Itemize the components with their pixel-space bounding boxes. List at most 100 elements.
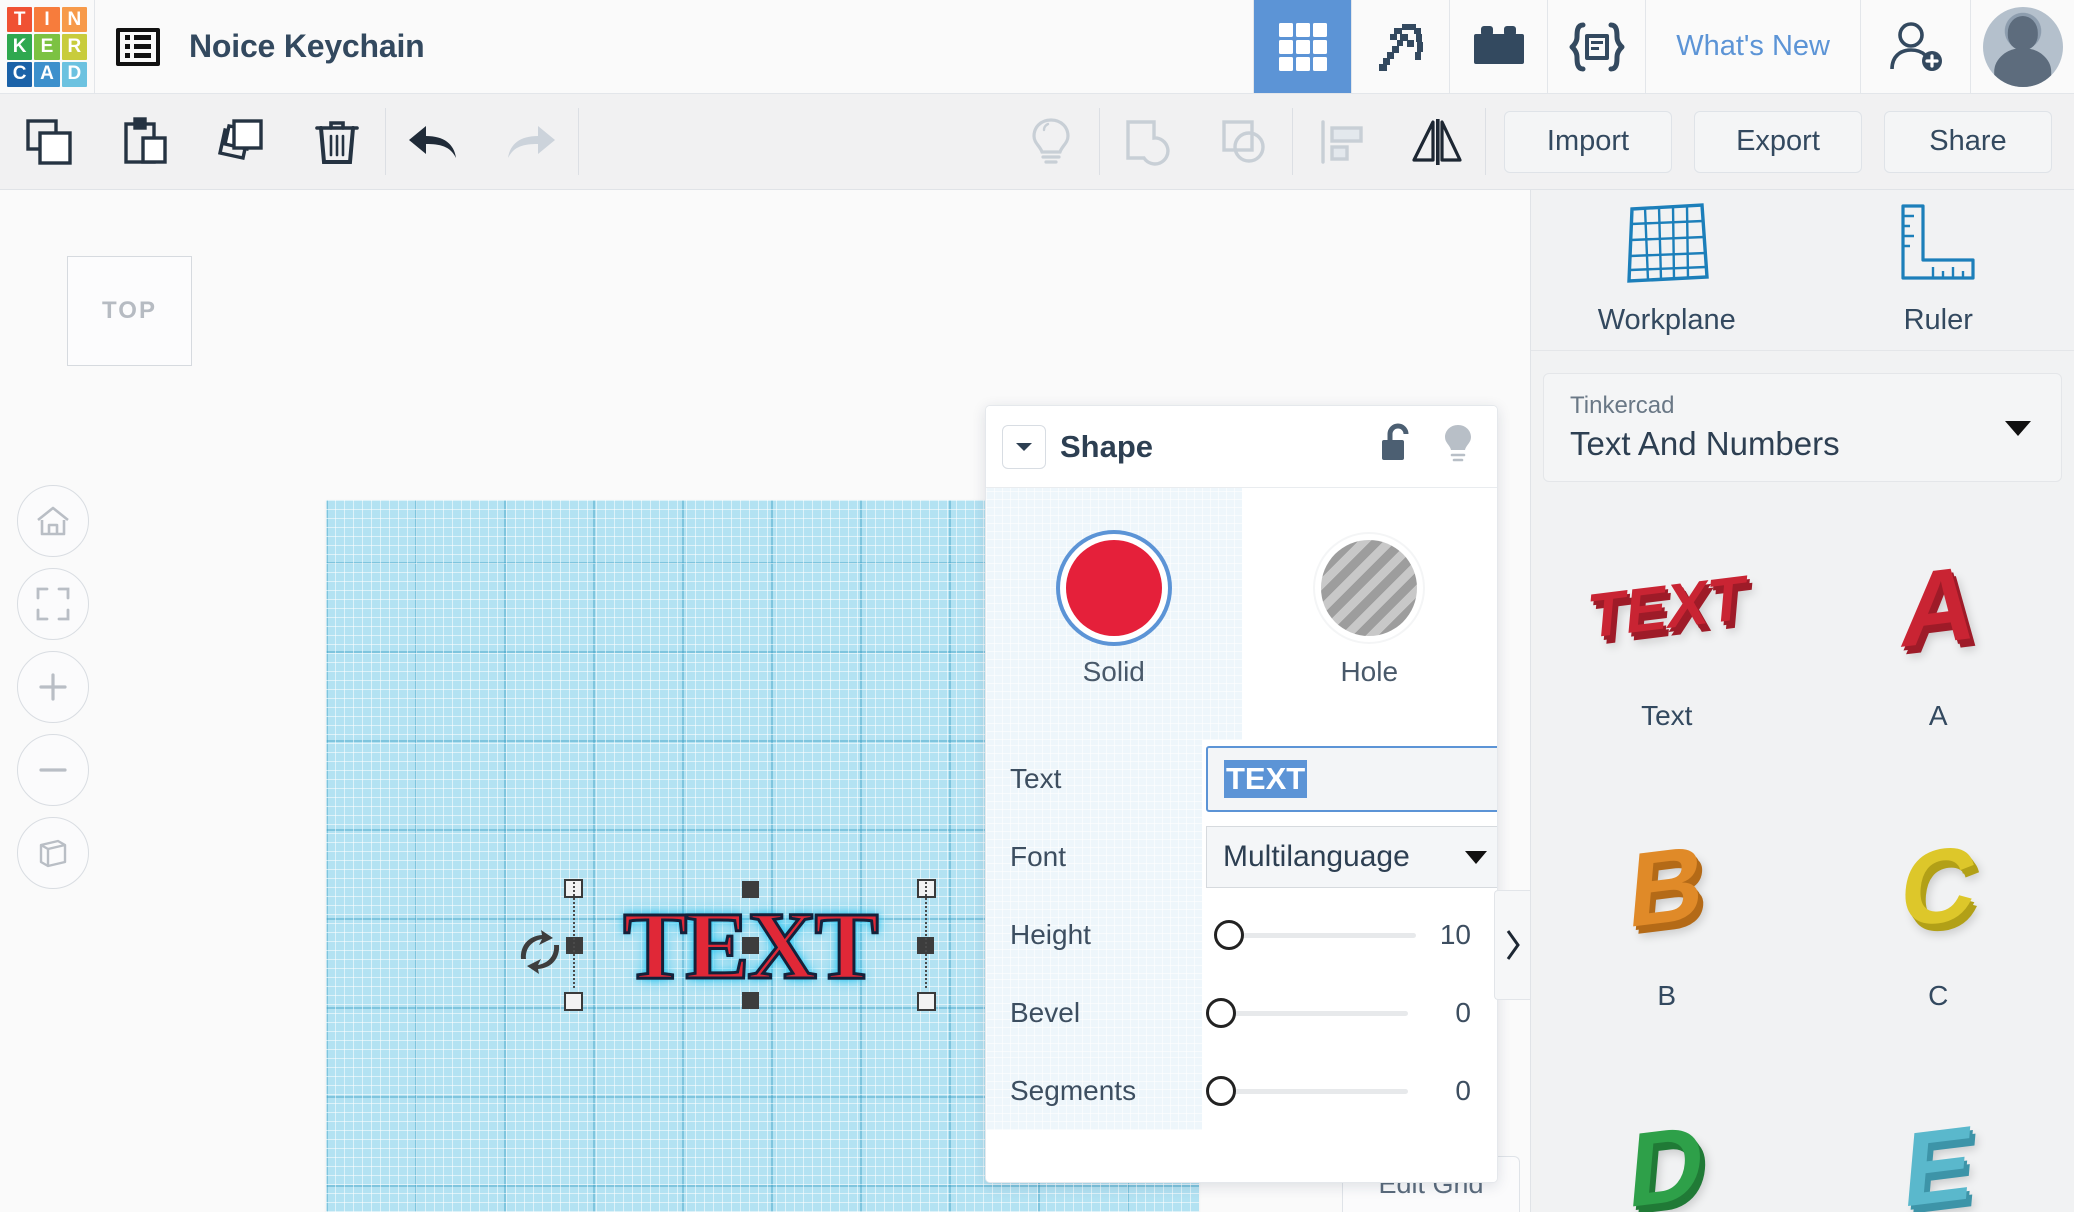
- mirror-button[interactable]: [1389, 94, 1485, 189]
- mode-blocks[interactable]: [1449, 0, 1547, 93]
- solid-hole-selector: Solid Hole: [986, 488, 1497, 740]
- font-select[interactable]: Multilanguage: [1206, 826, 1497, 888]
- tool-workplane[interactable]: Workplane: [1531, 190, 1803, 350]
- undo-button[interactable]: [386, 94, 482, 189]
- property-row-height: Height 10: [986, 896, 1497, 974]
- group-button[interactable]: [1100, 94, 1196, 189]
- height-slider-knob[interactable]: [1214, 920, 1244, 950]
- edge-handle-top[interactable]: [742, 881, 759, 898]
- property-row-font: Font Multilanguage: [986, 818, 1497, 896]
- solid-color-swatch: [1065, 540, 1162, 636]
- shape-library-select[interactable]: Tinkercad Text And Numbers: [1543, 372, 2062, 482]
- shape-item-a[interactable]: AA: [1803, 502, 2074, 782]
- home-view-icon: [37, 506, 69, 536]
- text-input[interactable]: TEXT: [1206, 746, 1497, 812]
- hole-option[interactable]: Hole: [1242, 488, 1498, 740]
- hole-pattern-swatch: [1321, 540, 1418, 636]
- shapes-sidebar: Workplane Ruler Tinkercad Text And Numbe…: [1530, 190, 2074, 1212]
- shape-item-e[interactable]: EE: [1803, 1062, 2074, 1212]
- lightbulb-icon: [1445, 425, 1471, 462]
- share-button[interactable]: Share: [1884, 110, 2052, 173]
- add-person-icon: [1889, 21, 1942, 71]
- shape-item-d[interactable]: DD: [1531, 1062, 1803, 1212]
- rotate-handle[interactable]: [519, 926, 559, 978]
- shape-thumbnail-a-icon: A: [1895, 543, 1981, 671]
- chevron-right-icon: [1506, 930, 1520, 960]
- ruler-icon: [1901, 204, 1975, 280]
- shape-thumbnail-c-icon: C: [1895, 823, 1981, 951]
- copy-button[interactable]: [1, 94, 97, 189]
- duplicate-button[interactable]: [193, 94, 289, 189]
- lock-toggle-button[interactable]: [1379, 422, 1417, 471]
- resize-handle-bl[interactable]: [564, 992, 583, 1011]
- lightbulb-icon: [1032, 117, 1070, 164]
- logo-tile-d-8: D: [61, 61, 87, 87]
- resize-handle-br[interactable]: [917, 992, 936, 1011]
- align-button[interactable]: [1293, 94, 1389, 189]
- shape-item-c[interactable]: CC: [1803, 782, 2074, 1062]
- library-owner: Tinkercad: [1570, 391, 1675, 419]
- center-handle[interactable]: [742, 937, 759, 954]
- design-canvas[interactable]: TOP TEXT Edit Grid Shape Solid Hole Text…: [0, 190, 1530, 1212]
- logo-tile-n-2: N: [61, 7, 87, 33]
- perspective-toggle-icon: [39, 839, 67, 868]
- whats-new-link[interactable]: What's New: [1645, 0, 1860, 93]
- sidebar-collapse-tab[interactable]: [1494, 890, 1530, 1000]
- inspector-collapse-button[interactable]: [1002, 424, 1046, 469]
- height-slider-track[interactable]: [1240, 932, 1416, 938]
- view-cube[interactable]: TOP: [67, 256, 192, 366]
- property-row-text: Text TEXT: [986, 740, 1497, 818]
- invite-people-button[interactable]: [1860, 0, 1970, 93]
- tinkercad-logo[interactable]: TIN KER CAD: [0, 0, 94, 94]
- shape-item-b[interactable]: BB: [1531, 782, 1803, 1062]
- font-select-value: Multilanguage: [1223, 840, 1410, 873]
- property-row-bevel: Bevel 0: [986, 974, 1497, 1052]
- tool-ruler[interactable]: Ruler: [1803, 190, 2074, 350]
- edge-handle-bottom[interactable]: [742, 992, 759, 1009]
- bevel-slider-knob[interactable]: [1206, 998, 1236, 1028]
- import-button[interactable]: Import: [1504, 110, 1672, 173]
- delete-trash-icon: [315, 120, 359, 164]
- zoom-in-button[interactable]: [17, 651, 89, 723]
- segments-slider-track[interactable]: [1232, 1088, 1408, 1094]
- workspace: TOP TEXT Edit Grid Shape Solid Hole Text…: [0, 190, 2074, 1212]
- bevel-slider-track[interactable]: [1232, 1010, 1408, 1016]
- logo-tile-a-7: A: [34, 61, 60, 87]
- visibility-toggle-button[interactable]: [1441, 422, 1475, 471]
- tool-ruler-label: Ruler: [1903, 304, 1973, 337]
- shape-item-text[interactable]: TEXT Text: [1531, 502, 1803, 782]
- chevron-down-icon: [1016, 442, 1032, 451]
- project-menu-button[interactable]: [95, 0, 181, 93]
- segments-label: Segments: [1010, 1075, 1137, 1106]
- solid-option[interactable]: Solid: [986, 488, 1242, 740]
- perspective-toggle-button[interactable]: [17, 817, 89, 889]
- mode-codeblocks[interactable]: [1547, 0, 1645, 93]
- note-button[interactable]: [1003, 94, 1099, 189]
- selected-object-text[interactable]: TEXT: [520, 879, 936, 1011]
- logo-tile-e-4: E: [34, 34, 60, 60]
- account-avatar-button[interactable]: [1970, 0, 2074, 93]
- segments-slider-knob[interactable]: [1206, 1076, 1236, 1106]
- blocks-brick-icon: [1473, 25, 1524, 64]
- fit-to-view-icon: [36, 587, 70, 621]
- zoom-out-button[interactable]: [17, 734, 89, 806]
- fit-to-view-button[interactable]: [17, 568, 89, 640]
- delete-button[interactable]: [289, 94, 385, 189]
- bevel-value: 0: [1455, 997, 1471, 1028]
- text-label: Text: [1010, 763, 1062, 794]
- height-value: 10: [1439, 919, 1471, 950]
- shape-item-label: A: [1928, 699, 1948, 731]
- shape-thumbnail-b-icon: B: [1624, 823, 1710, 951]
- export-button[interactable]: Export: [1694, 110, 1862, 173]
- hole-label: Hole: [1340, 656, 1399, 687]
- shape-item-label: Text: [1641, 699, 1693, 731]
- home-view-button[interactable]: [17, 485, 89, 557]
- segments-value: 0: [1455, 1075, 1471, 1106]
- redo-button[interactable]: [482, 94, 578, 189]
- mode-minecraft[interactable]: [1351, 0, 1449, 93]
- paste-button[interactable]: [97, 94, 193, 189]
- copy-icon: [26, 118, 72, 165]
- ungroup-icon: [1222, 119, 1265, 163]
- ungroup-button[interactable]: [1196, 94, 1292, 189]
- mode-3d-design[interactable]: [1253, 0, 1352, 93]
